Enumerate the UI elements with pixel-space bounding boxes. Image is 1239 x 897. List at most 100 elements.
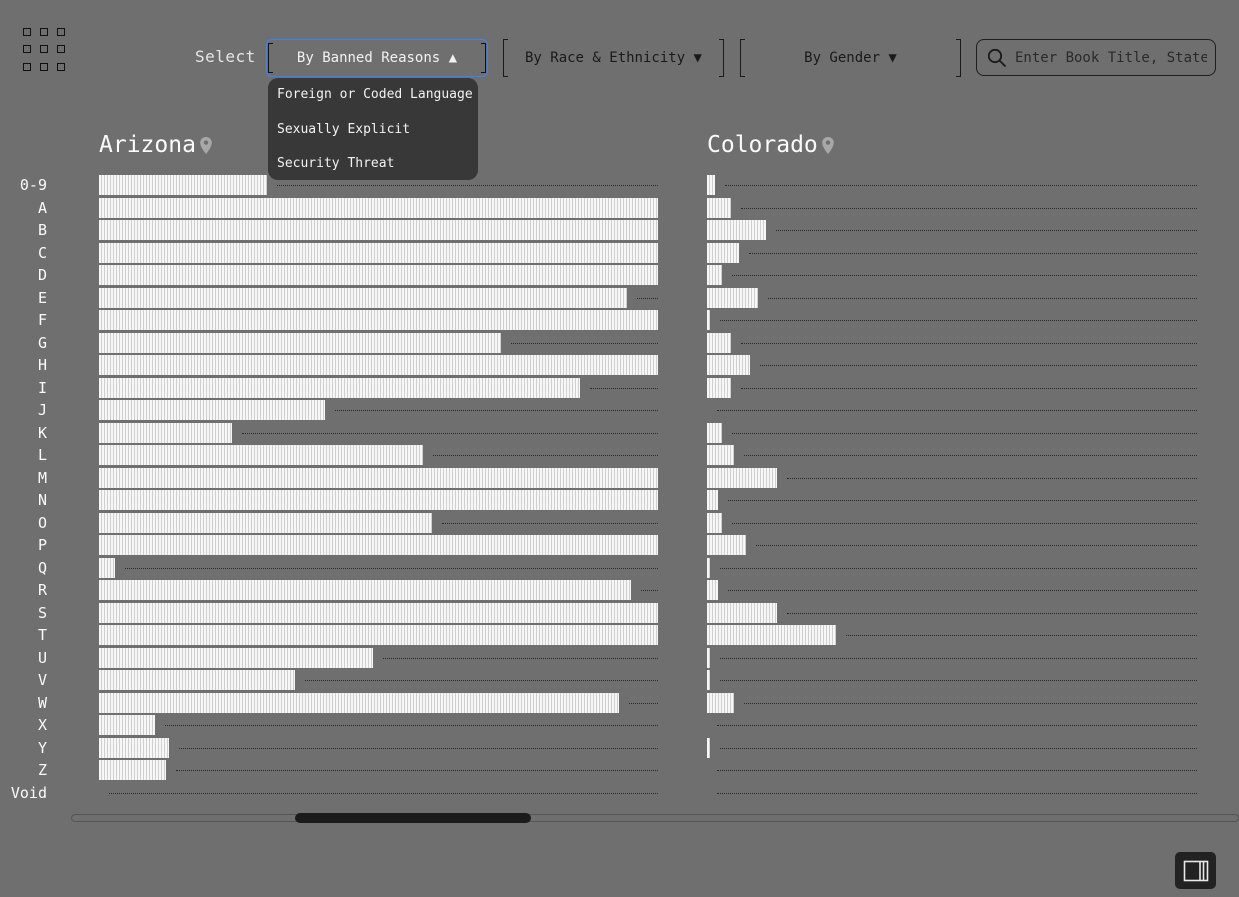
dotted-leader (768, 297, 1197, 299)
row-label: M (37, 468, 47, 487)
bar-arizona-q[interactable] (99, 557, 115, 578)
select-label: Select (195, 47, 256, 66)
dotted-leader (720, 320, 1197, 321)
dotted-leader (725, 185, 1197, 186)
dotted-leader (720, 657, 1197, 659)
row-label: G (37, 333, 47, 352)
banned-reasons-dropdown[interactable]: By Banned Reasons ▲ (266, 39, 488, 77)
bar-colorado-o[interactable] (707, 512, 722, 533)
bar-arizona-k[interactable] (99, 422, 232, 443)
dotted-leader (717, 792, 1197, 794)
bar-colorado-i[interactable] (707, 377, 731, 398)
side-panel-icon (1183, 860, 1208, 881)
row-label: V (37, 671, 47, 689)
bar-colorado-n[interactable] (707, 490, 718, 510)
dotted-leader (433, 455, 658, 456)
bar-colorado-a[interactable] (707, 197, 731, 218)
bar-arizona-r[interactable] (99, 580, 631, 600)
bar-arizona-s[interactable] (99, 602, 658, 623)
row-label: E (37, 288, 47, 307)
bar-arizona-z[interactable] (99, 760, 166, 780)
menu-item-sexually-explicit[interactable]: Sexually Explicit (268, 115, 478, 150)
bar-arizona-t[interactable] (99, 625, 658, 645)
bar-arizona-f[interactable] (99, 310, 658, 330)
row-label: O (37, 513, 47, 532)
row-label: B (37, 221, 47, 239)
bar-arizona-i[interactable] (99, 377, 580, 398)
bar-colorado-c[interactable] (707, 242, 739, 263)
bar-colorado-r[interactable] (707, 580, 718, 600)
side-panel-button[interactable] (1175, 852, 1216, 889)
state-title-arizona[interactable]: Arizona (99, 132, 213, 158)
dotted-leader (720, 747, 1197, 749)
dotted-leader (720, 680, 1197, 681)
bar-colorado-l[interactable] (707, 445, 734, 465)
bar-arizona-x[interactable] (99, 715, 155, 735)
race-ethnicity-label: By Race & Ethnicity ▼ (524, 50, 702, 66)
bar-arizona-y[interactable] (99, 737, 169, 758)
bar-arizona-j[interactable] (99, 400, 325, 420)
bar-colorado-b[interactable] (707, 220, 766, 240)
race-ethnicity-dropdown[interactable]: By Race & Ethnicity ▼ (503, 39, 724, 77)
bar-colorado-t[interactable] (707, 625, 836, 645)
bar-arizona-n[interactable] (99, 490, 658, 510)
bar-colorado-s[interactable] (707, 602, 777, 623)
bar-colorado-g[interactable] (707, 332, 731, 353)
horizontal-scrollbar[interactable] (71, 814, 1239, 822)
bar-colorado-h[interactable] (707, 355, 750, 375)
bar-colorado-d[interactable] (707, 265, 722, 285)
banned-reasons-label: By Banned Reasons ▲ (296, 50, 458, 66)
dotted-leader (125, 567, 658, 569)
menu-item-foreign-language[interactable]: Foreign or Coded Language (268, 80, 478, 115)
bar-colorado-q[interactable] (707, 557, 710, 578)
bar-arizona-l[interactable] (99, 445, 423, 465)
bar-colorado-v[interactable] (707, 670, 710, 690)
bar-colorado-f[interactable] (707, 310, 710, 330)
menu-item-security-threat[interactable]: Security Threat (268, 149, 478, 184)
row-label: F (37, 311, 47, 329)
bar-arizona-d[interactable] (99, 265, 658, 285)
bracket-left-icon (268, 43, 273, 73)
bar-colorado-0-9[interactable] (707, 175, 715, 195)
bar-colorado-u[interactable] (707, 647, 710, 668)
bar-arizona-a[interactable] (99, 197, 658, 218)
bar-arizona-u[interactable] (99, 647, 373, 668)
bar-arizona-0-9[interactable] (99, 175, 267, 195)
dotted-leader (383, 657, 658, 659)
row-label: Y (37, 738, 47, 757)
search-box[interactable] (976, 39, 1216, 76)
bar-arizona-h[interactable] (99, 355, 658, 375)
dotted-leader (720, 567, 1197, 569)
row-label: P (37, 536, 47, 554)
state-title-colorado[interactable]: Colorado (707, 132, 835, 158)
dotted-leader (760, 365, 1197, 366)
dotted-leader (109, 792, 658, 794)
bar-arizona-w[interactable] (99, 692, 619, 713)
bar-arizona-g[interactable] (99, 332, 501, 353)
bar-colorado-k[interactable] (707, 422, 722, 443)
row-label: W (37, 693, 47, 712)
gender-dropdown[interactable]: By Gender ▼ (740, 39, 961, 77)
dotted-leader (728, 500, 1197, 501)
bar-arizona-p[interactable] (99, 535, 658, 555)
grid-menu-icon[interactable] (23, 28, 67, 72)
bar-colorado-y[interactable] (707, 737, 710, 758)
bar-arizona-c[interactable] (99, 242, 658, 263)
dotted-leader (629, 702, 658, 704)
bar-arizona-o[interactable] (99, 512, 432, 533)
bar-colorado-m[interactable] (707, 467, 777, 488)
scrollbar-thumb[interactable] (295, 813, 531, 823)
row-label: U (37, 648, 47, 667)
bar-arizona-e[interactable] (99, 287, 627, 308)
search-input[interactable] (1015, 49, 1207, 66)
bar-colorado-w[interactable] (707, 692, 734, 713)
bar-colorado-e[interactable] (707, 287, 758, 308)
row-label: L (37, 446, 47, 464)
bar-arizona-b[interactable] (99, 220, 658, 240)
bar-arizona-v[interactable] (99, 670, 295, 690)
dotted-leader (741, 342, 1197, 344)
dotted-leader (732, 522, 1197, 524)
bar-arizona-m[interactable] (99, 467, 658, 488)
bracket-left-icon (740, 39, 745, 77)
bar-colorado-p[interactable] (707, 535, 746, 555)
